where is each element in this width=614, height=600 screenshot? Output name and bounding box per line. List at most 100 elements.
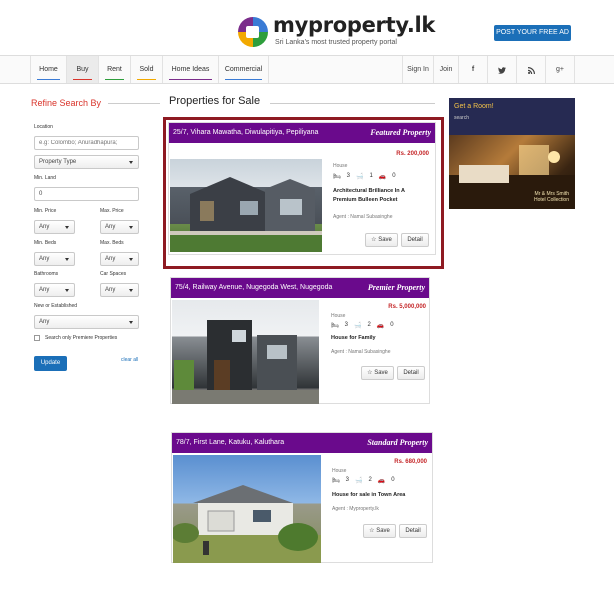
listing-photo[interactable] (172, 300, 319, 404)
location-input[interactable] (34, 136, 139, 150)
join-link[interactable]: Join (433, 56, 458, 83)
nav-home-ideas[interactable]: Home Ideas (163, 56, 219, 83)
nav-underline (137, 79, 156, 80)
property-type-value: Property Type (39, 159, 77, 165)
nav-sold-label: Sold (139, 66, 154, 73)
house-photo-illustration (173, 485, 321, 563)
listing-header[interactable]: 25/7, Vihara Mawatha, Diwulapitiya, Pepi… (169, 123, 435, 143)
save-label: Save (376, 528, 390, 534)
nav-underline (73, 79, 92, 80)
site-logo[interactable]: myproperty.lk Sri Lanka's most trusted p… (238, 14, 435, 47)
divider (150, 103, 160, 104)
bathrooms-value: Any (39, 287, 50, 293)
cars-count: 0 (391, 477, 395, 483)
nav-rent[interactable]: Rent (99, 56, 131, 83)
twitter-icon[interactable] (487, 56, 516, 83)
ad-photo: Mr & Mrs Smith Hotel Collection (449, 135, 575, 209)
nav-sold[interactable]: Sold (131, 56, 163, 83)
listing-card[interactable]: 75/4, Railway Avenue, Nugegoda West, Nug… (170, 277, 430, 404)
chevron-down-icon (129, 161, 133, 164)
chevron-down-icon (65, 258, 69, 261)
listing-description: House for Family (331, 335, 376, 341)
cars-count: 0 (392, 173, 396, 179)
premiere-only-label: Search only Premiere Properties (45, 335, 118, 341)
max-price-label: Max. Price (100, 208, 124, 214)
ad-brand: Mr & Mrs Smith Hotel Collection (534, 191, 569, 203)
min-price-value: Any (39, 224, 50, 230)
min-beds-select[interactable]: Any (34, 252, 75, 266)
nav-buy[interactable]: Buy (67, 56, 99, 83)
listing-header[interactable]: 78/7, First Lane, Katuku, Kaluthara Stand… (172, 433, 432, 453)
save-button[interactable]: ☆ Save (363, 524, 396, 538)
bed-icon: 🛏 (332, 478, 340, 484)
nav-home-ideas-label: Home Ideas (171, 66, 210, 73)
listing-agent: Agent : Namal Subasinghe (333, 214, 393, 220)
listing-tag: Standard Property (367, 438, 428, 447)
listing-photo[interactable] (170, 159, 322, 252)
clear-all-link[interactable]: clear all (121, 357, 138, 363)
ad-subtitle: search (454, 115, 470, 121)
detail-button[interactable]: Detail (401, 233, 429, 247)
min-land-input[interactable]: 0 (34, 187, 139, 201)
refine-search-title: Refine Search By (31, 98, 102, 108)
min-land-label: Min. Land (34, 175, 56, 181)
detail-button[interactable]: Detail (397, 366, 425, 380)
detail-button[interactable]: Detail (399, 524, 427, 538)
property-type-select[interactable]: Property Type (34, 155, 139, 169)
nav-underline (169, 79, 212, 80)
car-spaces-label: Car Spaces (100, 271, 127, 277)
ad-brand-sub: Hotel Collection (533, 197, 569, 203)
listing-address: 25/7, Vihara Mawatha, Diwulapitiya, Pepi… (173, 129, 319, 136)
min-price-label: Min. Price (34, 208, 57, 214)
beds-count: 3 (346, 173, 350, 179)
star-icon: ☆ (369, 528, 375, 534)
facebook-icon[interactable]: f (458, 56, 487, 83)
divider (108, 103, 152, 104)
listing-features: 🛏 3 🛁 2 🚗 0 (332, 477, 395, 484)
baths-count: 2 (368, 477, 372, 483)
listing-price: Rs. 680,000 (394, 459, 427, 465)
listing-card[interactable]: 78/7, First Lane, Katuku, Kaluthara Stand… (171, 432, 433, 563)
bathrooms-label: Bathrooms (34, 271, 59, 277)
listing-card[interactable]: 25/7, Vihara Mawatha, Diwulapitiya, Pepi… (168, 122, 436, 255)
max-beds-value: Any (105, 256, 116, 262)
new-established-value: Any (39, 319, 50, 325)
listing-features: 🛏 3 🛁 1 🚗 0 (333, 173, 396, 180)
house-photo-illustration (170, 177, 322, 252)
new-established-select[interactable]: Any (34, 315, 139, 329)
update-button[interactable]: Update (34, 356, 67, 371)
sign-in-link[interactable]: Sign In (402, 56, 433, 83)
premiere-only-checkbox[interactable] (34, 335, 40, 341)
nav-underline (225, 79, 262, 80)
max-price-select[interactable]: Any (100, 220, 139, 234)
nav-underline (105, 79, 124, 80)
hotel-advert[interactable]: Get a Room! search Mr & Mrs Smith Hotel … (449, 98, 575, 209)
nav-home-label: Home (39, 66, 58, 73)
car-spaces-select[interactable]: Any (100, 283, 139, 297)
listing-photo[interactable] (173, 455, 321, 563)
bath-icon: 🛁 (354, 478, 363, 484)
rss-icon[interactable] (516, 56, 545, 83)
beds-count: 3 (344, 322, 348, 328)
logo-tagline: Sri Lanka's most trusted property portal (275, 39, 397, 46)
nav-commercial[interactable]: Commercial (219, 56, 269, 83)
car-spaces-value: Any (105, 287, 116, 293)
nav-home[interactable]: Home (30, 56, 67, 83)
post-free-ad-button[interactable]: POST YOUR FREE AD (494, 25, 571, 41)
chevron-down-icon (129, 226, 133, 229)
nav-buy-label: Buy (76, 66, 89, 73)
min-price-select[interactable]: Any (34, 220, 75, 234)
bathrooms-select[interactable]: Any (34, 283, 75, 297)
new-established-label: New or Established (34, 303, 78, 309)
save-label: Save (378, 237, 392, 243)
max-price-value: Any (105, 224, 116, 230)
save-button[interactable]: ☆ Save (361, 366, 394, 380)
save-button[interactable]: ☆ Save (365, 233, 398, 247)
logo-name: myproperty.lk (273, 13, 436, 37)
max-beds-select[interactable]: Any (100, 252, 139, 266)
baths-count: 1 (369, 173, 373, 179)
listing-tag: Premier Property (367, 283, 425, 292)
google-plus-icon[interactable]: g+ (545, 56, 575, 83)
listing-header[interactable]: 75/4, Railway Avenue, Nugegoda West, Nug… (171, 278, 429, 298)
listing-type: House (333, 163, 348, 169)
